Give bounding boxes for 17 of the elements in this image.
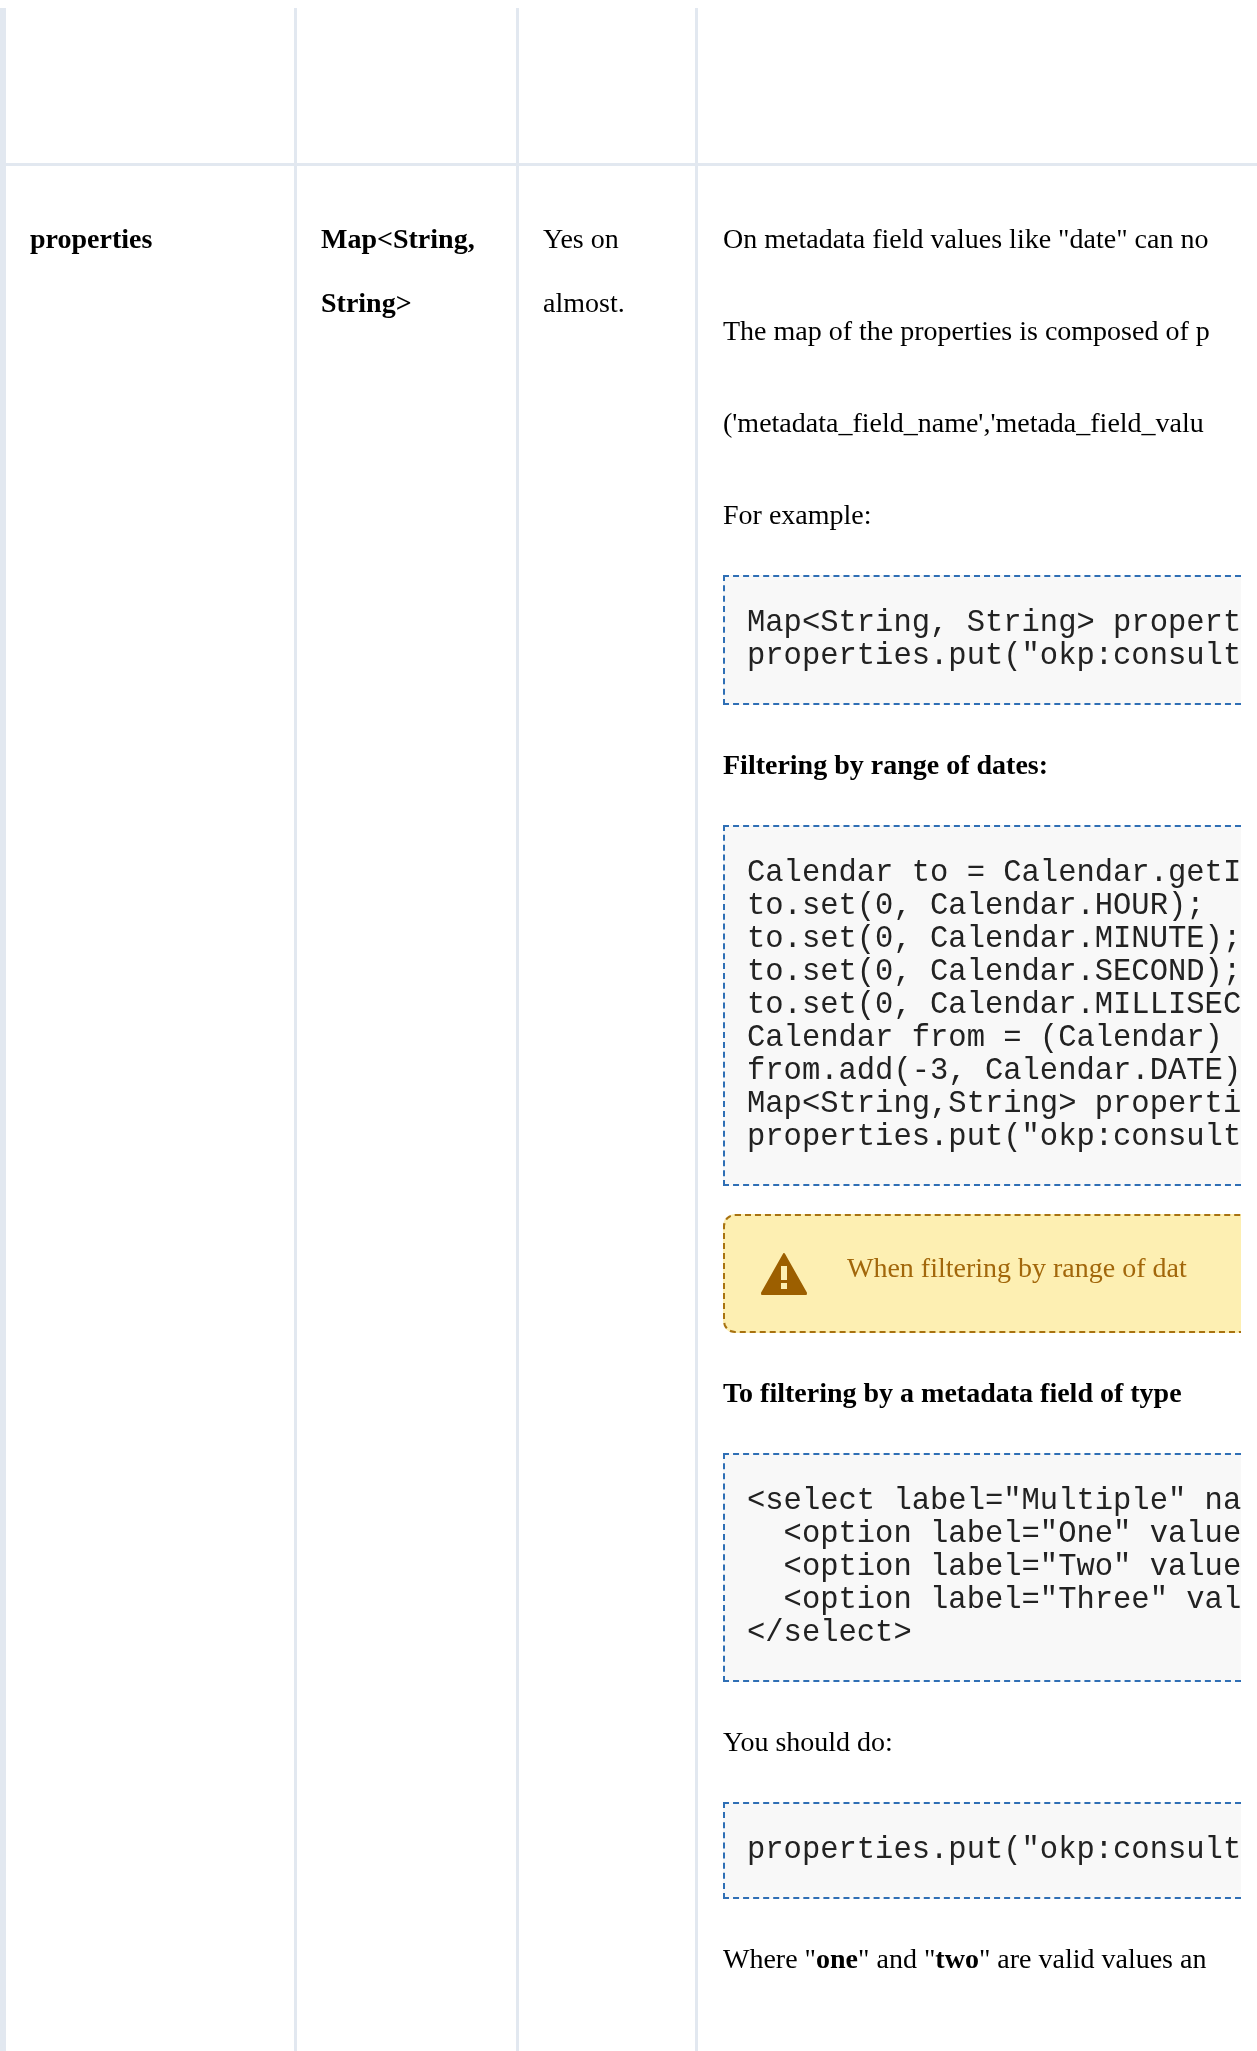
code-block: properties.put("okp:consult	[723, 1802, 1242, 1899]
warning-icon	[761, 1252, 807, 1295]
paragraph: Where "one" and "two" are valid values an	[723, 1942, 1207, 1976]
section-heading: Filtering by range of dates:	[723, 748, 1049, 782]
paragraph: ('metadata_field_name','metada_field_valu	[723, 406, 1204, 440]
required-note: Yes on almost.	[543, 222, 626, 320]
code-block: Map<String, String> propert properties.put("okp:consult	[723, 575, 1242, 705]
section-heading: To filtering by a metadata field of type	[723, 1376, 1182, 1410]
code-block: Calendar to = Calendar.getI to.set(0, Calendar.HOUR); to.set(0, Calendar.MINUTE); to.set(0, Calendar.SECOND); to.set(0, Calendar.MILLISEC Calendar from = (Calendar) from.add(-3, Calendar.DATE) Map<String,String> properti properties.put("okp:consult	[723, 825, 1242, 1186]
code-block: <select label="Multiple" na <option label="One" value <option label="Two" value <option label="Three" val </select>	[723, 1453, 1242, 1682]
parameter-name: properties	[30, 222, 154, 256]
warning-text: When filtering by range of dat	[847, 1250, 1187, 1285]
paragraph: For example:	[723, 498, 872, 532]
paragraph: On metadata field values like "date" can no	[723, 222, 1209, 256]
paragraph: The map of the properties is composed of p	[723, 314, 1210, 348]
parameter-type: Map<String, String>	[321, 222, 476, 320]
paragraph: You should do:	[723, 1725, 893, 1759]
